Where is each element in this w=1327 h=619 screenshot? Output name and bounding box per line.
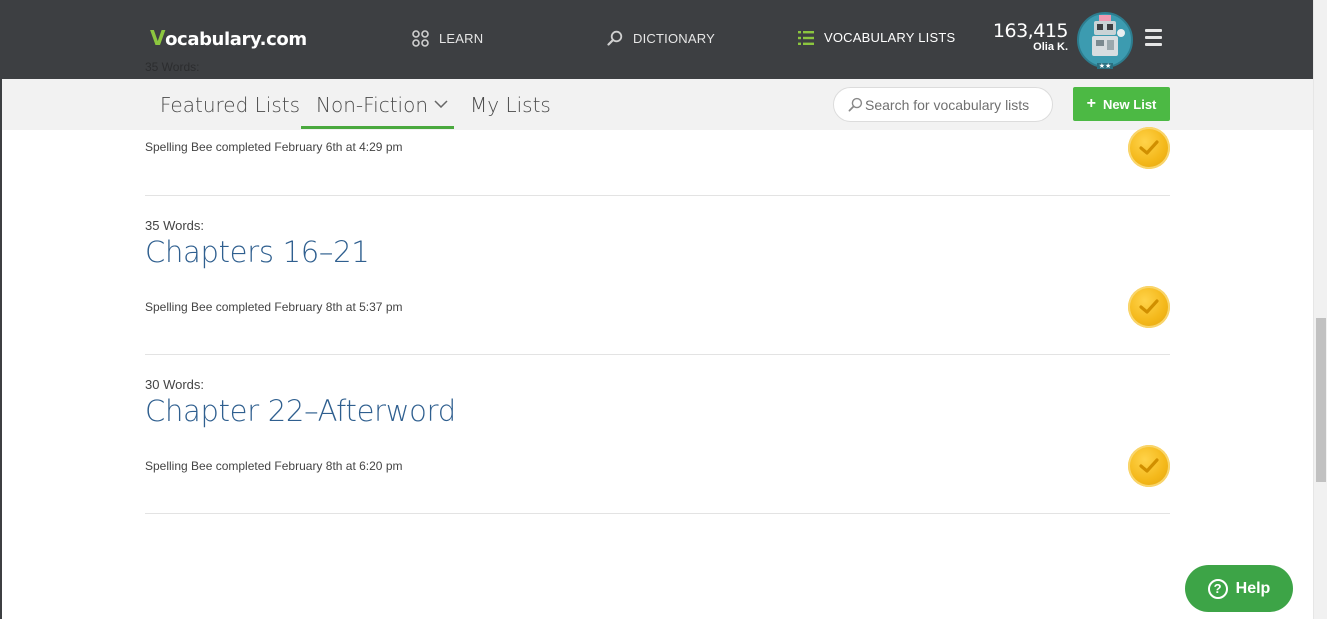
list-title-link[interactable]: Chapter 22–Afterword	[145, 394, 456, 428]
list-search-input[interactable]	[865, 96, 1045, 113]
nav-dictionary[interactable]: DICTIONARY	[607, 30, 715, 46]
learn-grid-icon	[412, 30, 429, 47]
robot-avatar-icon[interactable]: ★★	[1077, 9, 1133, 71]
new-list-button[interactable]: + New List	[1073, 87, 1170, 121]
new-list-label: New List	[1102, 96, 1157, 112]
list-item: Spelling Bee completed February 6th at 4…	[145, 127, 1170, 196]
completed-check-badge-icon	[1128, 127, 1170, 169]
svg-text:★★: ★★	[1099, 62, 1112, 70]
chevron-down-icon	[434, 100, 448, 108]
help-button[interactable]: ? Help	[1185, 565, 1293, 612]
list-item: 35 Words: Chapters 16–21 Spelling Bee co…	[145, 196, 1170, 355]
page-left-edge	[0, 79, 2, 619]
nav-learn[interactable]: LEARN	[412, 30, 483, 47]
list-status: Spelling Bee completed February 8th at 5…	[145, 300, 403, 314]
active-tab-indicator	[301, 126, 454, 129]
list-icon	[798, 30, 814, 45]
search-icon	[848, 97, 863, 112]
list-item: 30 Words: Chapter 22–Afterword Spelling …	[145, 355, 1170, 514]
points-count: 163,415	[992, 20, 1069, 42]
list-status: Spelling Bee completed February 8th at 6…	[145, 459, 403, 473]
previous-list-word-count: 35 Words:	[145, 60, 200, 74]
list-status: Spelling Bee completed February 6th at 4…	[145, 140, 403, 154]
plus-icon: +	[1086, 95, 1096, 112]
nav-dictionary-label: DICTIONARY	[633, 30, 715, 46]
list-search-box[interactable]	[833, 87, 1053, 122]
list-word-count: 30 Words:	[145, 377, 205, 392]
nav-vocabulary-lists-label: VOCABULARY LISTS	[824, 30, 956, 45]
nav-vocabulary-lists[interactable]: VOCABULARY LISTS	[798, 30, 955, 45]
site-logo[interactable]: Vocabulary.com	[150, 26, 307, 50]
top-navigation-bar: 35 Words: Vocabulary.com LEARN DICTIONAR…	[0, 0, 1313, 79]
completed-check-badge-icon	[1128, 286, 1170, 328]
question-mark-icon: ?	[1207, 578, 1228, 599]
search-icon	[607, 30, 623, 46]
list-word-count: 35 Words:	[145, 218, 205, 233]
tab-non-fiction[interactable]: Non-Fiction	[316, 93, 448, 117]
user-name: Olia K.	[1033, 41, 1068, 53]
scrollbar-thumb[interactable]	[1316, 318, 1326, 482]
help-label: Help	[1235, 579, 1271, 597]
tab-my-lists[interactable]: My Lists	[470, 93, 551, 117]
nav-learn-label: LEARN	[439, 31, 484, 46]
user-points[interactable]: 163,415 Olia K.	[992, 20, 1069, 53]
tab-featured-lists[interactable]: Featured Lists	[160, 93, 300, 117]
completed-check-badge-icon	[1128, 445, 1170, 487]
hamburger-menu-icon[interactable]	[1145, 29, 1162, 46]
list-title-link[interactable]: Chapters 16–21	[145, 235, 370, 269]
tab-non-fiction-label: Non-Fiction	[316, 93, 429, 117]
page-scrollbar[interactable]	[1313, 0, 1327, 619]
